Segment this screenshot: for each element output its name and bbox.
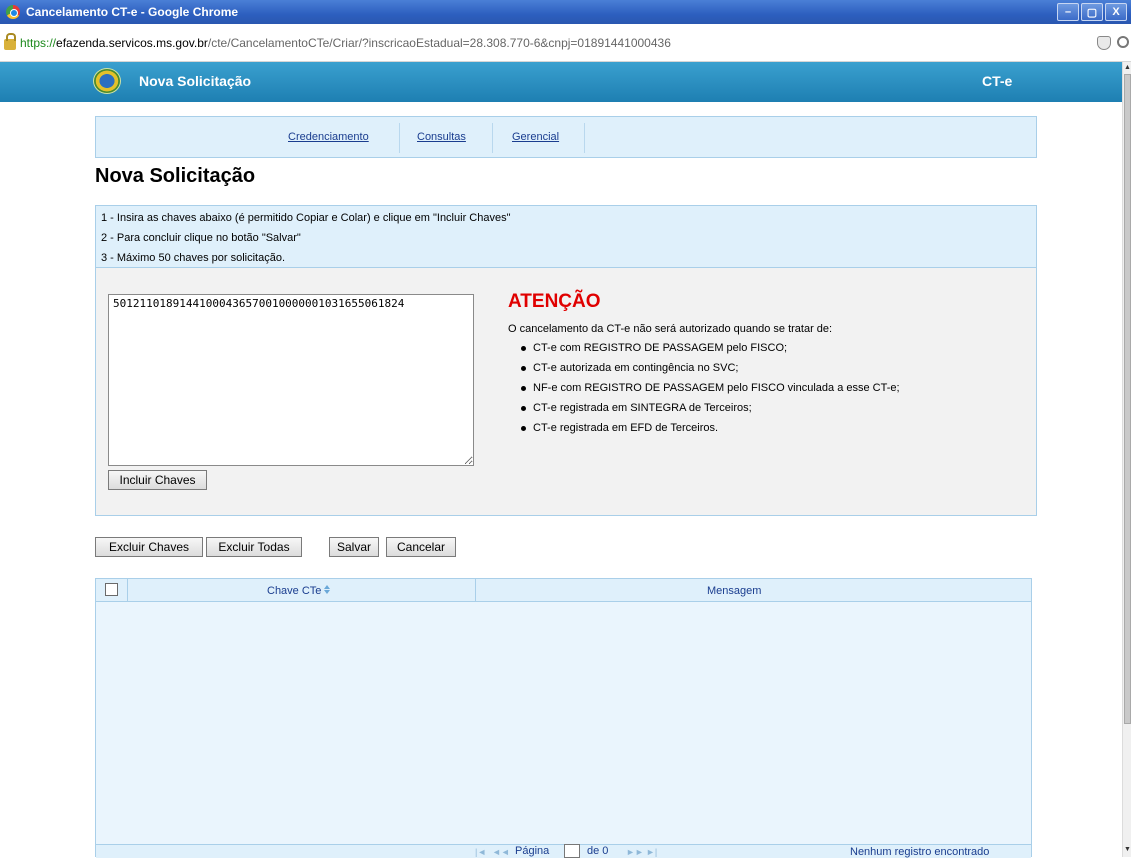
nav-divider: [492, 123, 493, 153]
prev-page-icon[interactable]: ◄◄: [492, 847, 510, 857]
zoom-icon[interactable]: [1117, 36, 1129, 48]
page-title: Nova Solicitação: [95, 165, 256, 187]
excluir-todas-button[interactable]: Excluir Todas: [206, 537, 302, 557]
instruction-step-2: 2 - Para concluir clique no botão "Salva…: [101, 232, 301, 244]
header-title: Nova Solicitação: [139, 73, 252, 89]
select-all-checkbox[interactable]: [105, 583, 118, 596]
grid-header: Chave CTe Mensagem: [96, 579, 1031, 602]
grid-column-divider: [475, 579, 476, 602]
pager-total-pages: de 0: [587, 845, 609, 857]
nav-consultas[interactable]: Consultas: [417, 131, 466, 143]
column-header-chave[interactable]: Chave CTe: [267, 585, 331, 597]
header-system-label: CT-e: [982, 73, 1013, 89]
scroll-up-arrow-icon[interactable]: ▲: [1124, 64, 1131, 72]
scroll-down-arrow-icon[interactable]: ▼: [1124, 846, 1131, 854]
pager-records-text: Nenhum registro encontrado: [850, 846, 990, 858]
address-bar[interactable]: https://efazenda.servicos.ms.gov.br/cte/…: [0, 24, 1131, 62]
grid-body: [96, 603, 1031, 843]
app-header: Nova Solicitação CT-e: [0, 62, 1122, 102]
sort-icon[interactable]: [324, 585, 331, 594]
grid-pager: |◄ ◄◄ Página de 0 ►► ►| Nenhum registro …: [96, 844, 1031, 858]
solicitation-panel: 1 - Insira as chaves abaixo (é permitido…: [95, 205, 1037, 516]
chaves-grid: Chave CTe Mensagem |◄ ◄◄ Página de 0 ►► …: [95, 578, 1032, 858]
vertical-scrollbar[interactable]: ▲ ▼: [1122, 62, 1131, 857]
attention-item: NF-e com REGISTRO DE PASSAGEM pelo FISCO…: [521, 378, 900, 398]
instruction-step-3: 3 - Máximo 50 chaves por solicitação.: [101, 252, 286, 264]
page-number-input[interactable]: [564, 844, 580, 858]
last-page-icon[interactable]: ►|: [646, 847, 657, 857]
grid-column-divider: [127, 579, 128, 602]
nav-divider: [399, 123, 400, 153]
excluir-chaves-button[interactable]: Excluir Chaves: [95, 537, 203, 557]
window-controls: – ▢ X: [1057, 3, 1127, 21]
attention-item: CT-e com REGISTRO DE PASSAGEM pelo FISCO…: [521, 338, 900, 358]
url-host: efazenda.servicos.ms.gov.br: [56, 35, 208, 50]
next-page-icon[interactable]: ►►: [626, 847, 644, 857]
column-header-chave-label: Chave CTe: [267, 585, 322, 597]
nav-divider: [584, 123, 585, 153]
attention-list: CT-e com REGISTRO DE PASSAGEM pelo FISCO…: [508, 338, 900, 438]
attention-intro: O cancelamento da CT-e não será autoriza…: [508, 323, 833, 335]
attention-item: CT-e registrada em SINTEGRA de Terceiros…: [521, 398, 900, 418]
nav-gerencial[interactable]: Gerencial: [512, 131, 559, 143]
salvar-button[interactable]: Salvar: [329, 537, 379, 557]
first-page-icon[interactable]: |◄: [475, 847, 486, 857]
scrollbar-thumb[interactable]: [1124, 74, 1131, 724]
attention-title: ATENÇÃO: [508, 291, 601, 312]
minimize-button[interactable]: –: [1057, 3, 1079, 21]
column-header-mensagem: Mensagem: [707, 585, 762, 597]
nav-credenciamento[interactable]: Credenciamento: [288, 131, 369, 143]
incluir-chaves-button[interactable]: Incluir Chaves: [108, 470, 207, 490]
close-button[interactable]: X: [1105, 3, 1127, 21]
attention-item: CT-e autorizada em contingência no SVC;: [521, 358, 900, 378]
url-path: /cte/CancelamentoCTe/Criar/?inscricaoEst…: [207, 35, 671, 50]
pager-page-label: Página: [515, 845, 550, 857]
attention-item: CT-e registrada em EFD de Terceiros.: [521, 418, 900, 438]
url-scheme: https://: [20, 35, 57, 50]
lock-icon: [4, 33, 16, 50]
shield-icon[interactable]: [1097, 36, 1111, 50]
cancelar-button[interactable]: Cancelar: [386, 537, 456, 557]
instructions-box: 1 - Insira as chaves abaixo (é permitido…: [96, 206, 1036, 268]
state-emblem-icon: [93, 68, 121, 94]
chrome-logo-icon: [6, 5, 20, 19]
chaves-textarea[interactable]: 5012110189144100043657001000000103165506…: [108, 294, 474, 466]
maximize-button[interactable]: ▢: [1081, 3, 1103, 21]
window-title-bar: Cancelamento CT-e - Google Chrome – ▢ X: [0, 0, 1131, 24]
window-title: Cancelamento CT-e - Google Chrome: [26, 5, 239, 19]
instruction-step-1: 1 - Insira as chaves abaixo (é permitido…: [101, 212, 511, 224]
main-nav: Credenciamento Consultas Gerencial: [95, 116, 1037, 158]
